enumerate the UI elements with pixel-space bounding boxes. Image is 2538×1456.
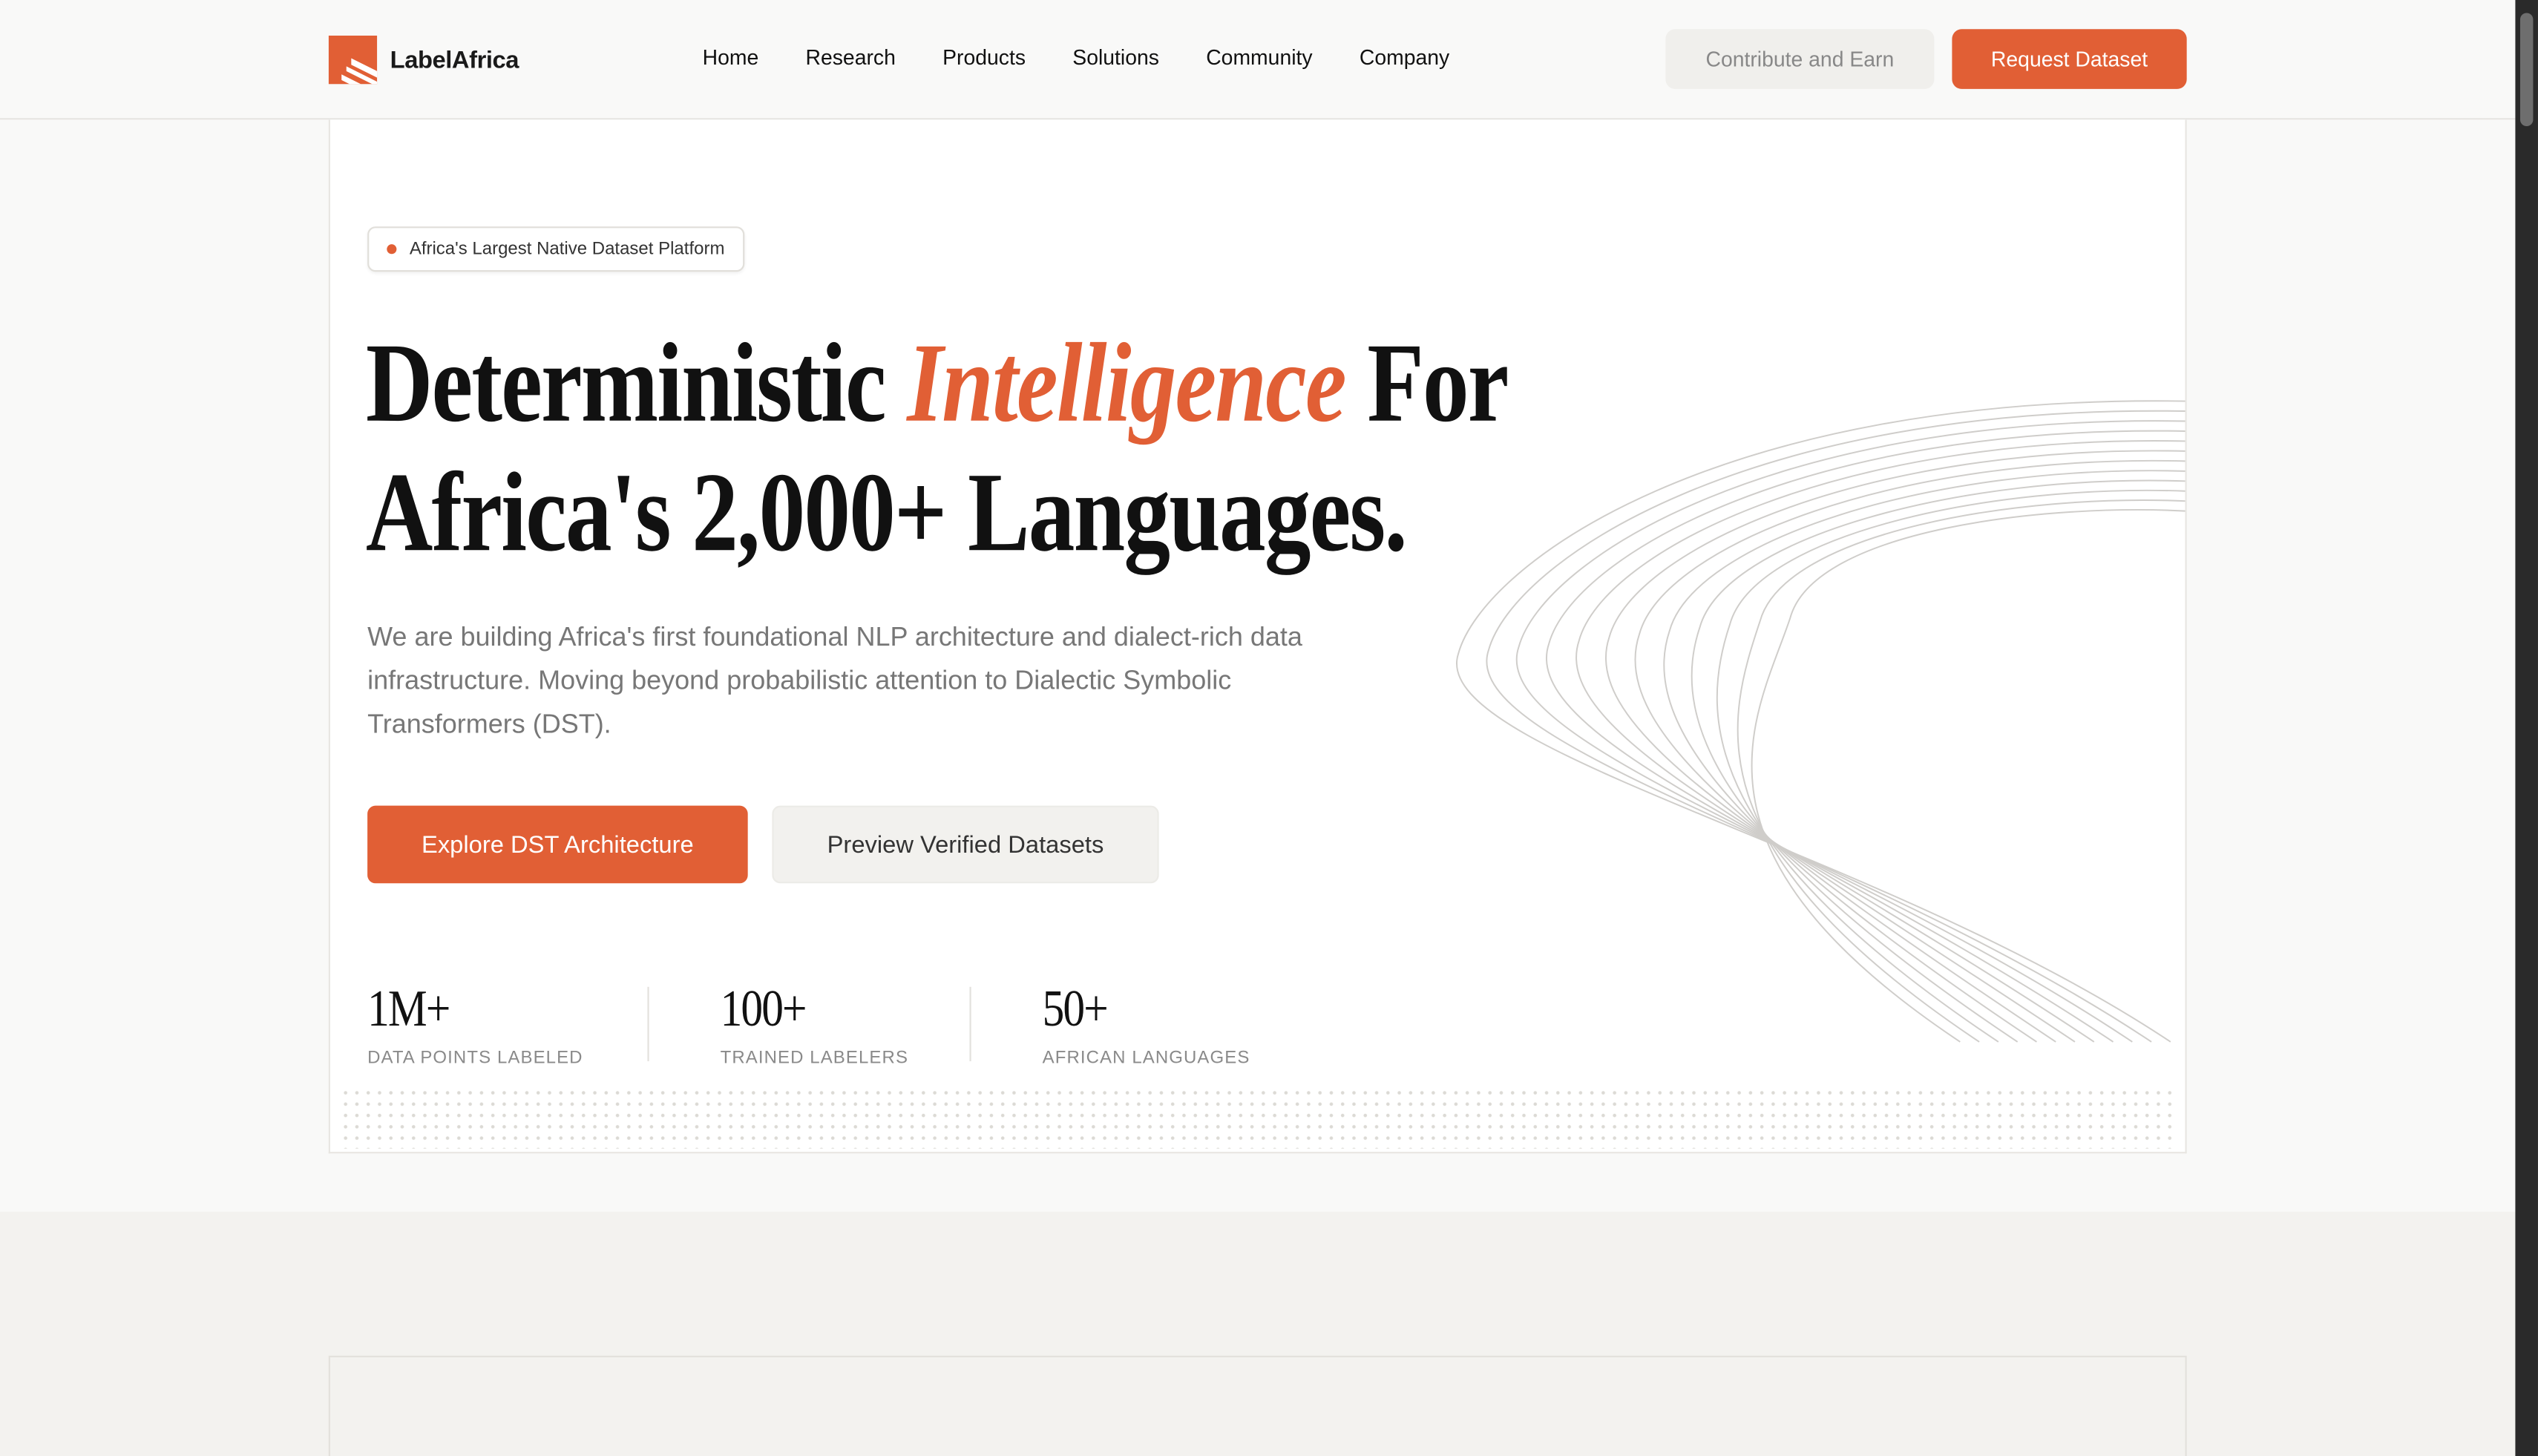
scrollbar-thumb[interactable] [2519, 13, 2534, 127]
page-scrollbar[interactable] [2515, 0, 2538, 1456]
stat-divider [969, 986, 971, 1062]
stat-label: DATA POINTS LABELED [367, 1048, 583, 1068]
headline-part-1: Deterministic [365, 321, 908, 447]
stat-value: 50+ [1042, 978, 1109, 1037]
brand-logo[interactable]: LabelAfrica [328, 35, 519, 85]
headline-part-2: For [1345, 321, 1509, 447]
next-section-card [328, 1355, 2187, 1456]
hero-subtext: We are building Africa's first foundatio… [367, 623, 1302, 740]
nav-research[interactable]: Research [806, 45, 896, 70]
hero-section: Africa's Largest Native Dataset Platform… [328, 119, 2187, 1154]
stat-trained-labelers: 100+ TRAINED LABELERS [721, 980, 908, 1068]
contribute-and-earn-button[interactable]: Contribute and Earn [1665, 29, 1935, 89]
nav-solutions[interactable]: Solutions [1072, 45, 1159, 70]
stat-value: 1M+ [367, 978, 450, 1037]
brand-name: LabelAfrica [390, 46, 519, 74]
page: LabelAfrica Home Research Products Solut… [0, 0, 2538, 1456]
request-dataset-button[interactable]: Request Dataset [1952, 29, 2187, 89]
nav-community[interactable]: Community [1206, 45, 1312, 70]
headline-line-2: Africa's 2,000+ Languages. [365, 451, 1408, 577]
hero-badge: Africa's Largest Native Dataset Platform [367, 226, 744, 272]
stat-divider [647, 986, 649, 1062]
stat-label: AFRICAN LANGUAGES [1042, 1048, 1250, 1068]
explore-dst-architecture-button[interactable]: Explore DST Architecture [367, 805, 748, 884]
headline-accent: Intelligence [907, 321, 1346, 447]
nav-products[interactable]: Products [942, 45, 1026, 70]
status-dot-icon [387, 244, 397, 255]
stat-label: TRAINED LABELERS [720, 1048, 909, 1068]
stat-data-points: 1M+ DATA POINTS LABELED [367, 980, 583, 1068]
hero-badge-text: Africa's Largest Native Dataset Platform [409, 239, 725, 259]
nav-home[interactable]: Home [703, 45, 759, 70]
hero-headline: Deterministic Intelligence For Africa's … [366, 321, 1561, 580]
labelafrica-logo-icon [328, 35, 378, 85]
site-header: LabelAfrica Home Research Products Solut… [0, 0, 2516, 120]
stat-value: 100+ [720, 978, 807, 1037]
dot-grid-decoration [340, 1086, 2179, 1149]
stat-african-languages: 50+ AFRICAN LANGUAGES [1043, 980, 1250, 1068]
main-nav: Home Research Products Solutions Communi… [703, 45, 1497, 70]
nav-company[interactable]: Company [1360, 45, 1449, 70]
preview-verified-datasets-button[interactable]: Preview Verified Datasets [772, 805, 1159, 884]
